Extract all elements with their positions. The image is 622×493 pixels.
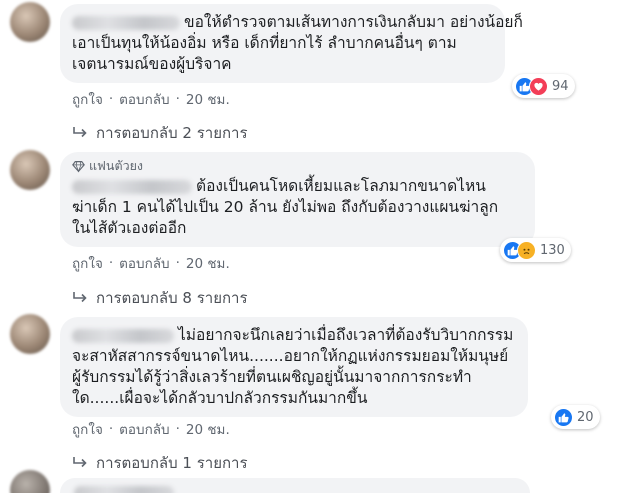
comment-text-line: เจตนารมณ์ของผู้บริจาค (72, 55, 232, 73)
view-replies-link[interactable]: การตอบกลับ 8 รายการ (72, 286, 248, 310)
comment-text-line: ต้องเป็นคนโหดเหี้ยมและโลภมากขนาดไหน (196, 177, 486, 195)
comment-bubble: ขอให้ตำรวจตามเส้นทางการเงินกลับมา อย่างน… (60, 4, 523, 83)
separator-dot: · (108, 255, 114, 271)
like-link[interactable]: ถูกใจ (72, 418, 103, 440)
reaction-count: 130 (540, 242, 565, 258)
replies-count-label: การตอบกลับ 8 รายการ (96, 289, 248, 307)
reply-arrow-icon (73, 457, 87, 468)
sad-reaction-icon (517, 240, 536, 260)
diamond-icon (72, 160, 85, 173)
view-replies-link[interactable]: การตอบกลับ 2 รายการ (72, 121, 248, 145)
comment-bubble: แฟนตัวยง ต้องเป็นคนโหดเหี้ยมและโลภมากขนา… (60, 152, 535, 247)
comment-bubble (60, 478, 530, 493)
like-link[interactable]: ถูกใจ (72, 88, 103, 110)
reaction-summary[interactable]: 20 (551, 405, 600, 429)
comment-text-line: ฆ่าเด็ก 1 คนได้ไปเป็น 20 ล้าน ยังไม่พอ ถ… (72, 198, 499, 216)
reaction-count: 20 (577, 409, 594, 425)
reply-arrow-icon (73, 292, 87, 303)
separator-dot: · (175, 255, 180, 271)
comment-bubble: ไม่อยากจะนึกเลยว่าเมื่อถึงเวลาที่ต้องรับ… (60, 317, 528, 417)
replies-count-label: การตอบกลับ 1 รายการ (96, 454, 248, 472)
comment-text-line: ขอให้ตำรวจตามเส้นทางการเงินกลับมา อย่างน… (184, 13, 523, 31)
reaction-summary[interactable]: 130 (500, 238, 571, 262)
commenter-name[interactable] (72, 15, 180, 30)
timestamp[interactable]: 20 ชม. (186, 252, 230, 274)
reaction-summary[interactable]: 94 (512, 74, 575, 98)
badge-label: แฟนตัวยง (89, 158, 144, 173)
comment-text-line: ไม่อยากจะนึกเลยว่าเมื่อถึงเวลาที่ต้องรับ… (178, 326, 514, 344)
timestamp[interactable]: 20 ชม. (186, 418, 230, 440)
like-reaction-icon (554, 407, 573, 427)
top-fan-badge: แฟนตัวยง (72, 158, 523, 174)
commenter-name[interactable] (72, 179, 192, 194)
comment-text-line: เอาเป็นทุนให้น้องอิ่ม หรือ เด็กที่ยากไร้… (72, 34, 457, 52)
reaction-count: 94 (552, 78, 569, 94)
reply-arrow-icon (73, 127, 87, 138)
commenter-name[interactable] (74, 486, 174, 493)
comment-text-line: ผู้รับกรรมได้รู้ว่าสิ่งเลวร้ายที่ตนเผชิญ… (72, 368, 472, 386)
comment-actions: ถูกใจ · ตอบกลับ · 20 ชม. (72, 88, 230, 110)
avatar[interactable] (10, 314, 50, 354)
comment-text-line: ใด......เผื่อจะได้กลัวบาปกลัวกรรมกันมากข… (72, 389, 368, 407)
commenter-name[interactable] (72, 328, 174, 343)
like-link[interactable]: ถูกใจ (72, 252, 103, 274)
love-reaction-icon (529, 76, 548, 96)
comment-text-line: ในไส้ตัวเองต่ออีก (72, 219, 187, 237)
comment-actions: ถูกใจ · ตอบกลับ · 20 ชม. (72, 252, 230, 274)
comment-text-line: จะสาหัสสากรรจ์ขนาดไหน.......อยากให้กฏแห่… (72, 347, 509, 365)
separator-dot: · (175, 91, 180, 107)
timestamp[interactable]: 20 ชม. (186, 88, 230, 110)
reply-link[interactable]: ตอบกลับ (119, 418, 169, 440)
comment-actions: ถูกใจ · ตอบกลับ · 20 ชม. (72, 418, 230, 440)
reply-link[interactable]: ตอบกลับ (119, 252, 169, 274)
separator-dot: · (108, 421, 114, 437)
view-replies-link[interactable]: การตอบกลับ 1 รายการ (72, 451, 248, 475)
avatar[interactable] (10, 150, 50, 190)
avatar[interactable] (10, 2, 50, 42)
separator-dot: · (108, 91, 114, 107)
replies-count-label: การตอบกลับ 2 รายการ (96, 124, 248, 142)
reply-link[interactable]: ตอบกลับ (119, 88, 169, 110)
separator-dot: · (175, 421, 180, 437)
avatar[interactable] (10, 470, 50, 493)
